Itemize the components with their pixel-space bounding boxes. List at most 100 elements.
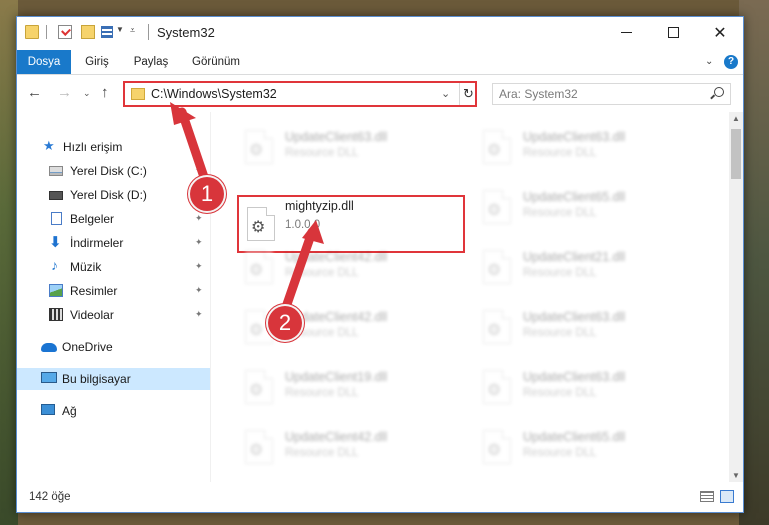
explorer-window: ▼ ⩡ System32 ✕ Dosya Giriş Paylaş Görünü… [16,16,744,513]
tab-home[interactable]: Giriş [79,50,115,74]
file-description: Resource DLL [523,447,597,459]
pin-icon[interactable]: ✦ [195,165,203,176]
tiles-view-icon[interactable] [720,490,734,503]
sidebar-item-downloads[interactable]: ⬇ İndirmeler ✦ [17,232,210,254]
sidebar-item-this-pc[interactable]: Bu bilgisayar [17,368,210,390]
folder-icon[interactable] [25,25,39,39]
dll-file-icon [483,430,511,464]
file-description: Resource DLL [285,147,359,159]
file-item[interactable]: UpdateClient65.dll Resource DLL [449,180,679,230]
file-description: Resource DLL [285,387,359,399]
file-description: Resource DLL [523,327,597,339]
maximize-icon [667,27,679,38]
tab-share[interactable]: Paylaş [129,50,173,74]
sidebar-item-quick-access[interactable]: ★ Hızlı erişim [17,136,210,158]
sidebar-item-local-disk-c[interactable]: Yerel Disk (C:) ✦ [17,160,210,182]
close-button[interactable]: ✕ [697,17,743,48]
search-input[interactable]: Ara: System32 [492,83,731,105]
dll-file-icon [483,370,511,404]
sidebar-item-onedrive[interactable]: OneDrive [17,336,210,358]
search-icon[interactable] [714,87,724,97]
properties-icon[interactable] [58,25,72,39]
pictures-icon [49,284,63,297]
help-icon[interactable]: ? [724,55,738,69]
sidebar-item-label: Ağ [62,404,77,418]
sidebar-item-label: Hızlı erişim [63,140,123,154]
toolbar-separator [46,25,47,39]
forward-button[interactable]: → [57,84,72,101]
address-bar[interactable]: C:\Windows\System32 ⌄ ↻ [123,81,477,107]
minimize-icon [620,32,632,33]
drive-icon [49,166,63,176]
sidebar-item-local-disk-d[interactable]: Yerel Disk (D:) ✦ [17,184,210,206]
pin-icon[interactable]: ✦ [195,213,203,224]
scrollbar-thumb[interactable] [731,129,741,179]
dll-file-icon [483,310,511,344]
chevron-down-icon[interactable]: ▼ [116,25,124,34]
scroll-up-icon[interactable]: ▲ [732,114,740,123]
sidebar-item-label: Yerel Disk (D:) [70,188,147,202]
file-name: UpdateClient42.dll [285,430,388,444]
vertical-scrollbar[interactable]: ▲ ▼ [729,112,743,482]
file-item[interactable]: UpdateClient63.dll Resource DLL [449,360,679,410]
minimize-button[interactable] [603,17,649,48]
file-name: UpdateClient63.dll [285,130,388,144]
refresh-button[interactable]: ↻ [459,83,477,105]
sidebar-item-label: Belgeler [70,212,115,226]
sidebar-item-videos[interactable]: Videolar ✦ [17,304,210,326]
dll-file-icon [245,250,273,284]
title-bar: ▼ ⩡ System32 ✕ [17,17,743,48]
tab-file[interactable]: Dosya [17,50,71,74]
file-item[interactable]: UpdateClient19.dll Resource DLL [211,360,441,410]
file-name: UpdateClient42.dll [285,250,388,264]
drive-icon [49,191,63,200]
recent-locations-icon[interactable]: ⌄ [83,88,91,99]
sidebar-item-network[interactable]: Ağ [17,400,210,422]
search-placeholder: Ara: System32 [499,87,578,101]
file-description: Resource DLL [285,447,359,459]
file-item[interactable]: UpdateClient21.dll Resource DLL [449,240,679,290]
details-view-icon[interactable] [700,491,714,502]
file-item[interactable]: UpdateClient42.dll Resource DLL [211,300,441,350]
dll-file-icon [483,190,511,224]
cloud-icon [41,343,57,352]
back-button[interactable]: ← [27,84,42,101]
music-icon: ♪ [51,257,58,273]
file-item[interactable]: UpdateClient63.dll Resource DLL [449,120,679,170]
pin-icon[interactable]: ✦ [195,261,203,272]
file-list: UpdateClient63.dll Resource DLL UpdateCl… [211,112,729,482]
window-title: System32 [157,25,215,40]
dll-file-icon [245,370,273,404]
file-item[interactable]: UpdateClient42.dll Resource DLL [211,420,441,470]
customize-toolbar-icon[interactable]: ⩡ [130,25,135,36]
sidebar-item-music[interactable]: ♪ Müzik ✦ [17,256,210,278]
navigation-bar: ← → ⌄ ↑ C:\Windows\System32 ⌄ ↻ Ara: Sys… [17,76,743,112]
file-item[interactable]: UpdateClient42.dll Resource DLL [211,240,441,290]
tab-view[interactable]: Görünüm [187,50,245,74]
view-icon[interactable] [101,26,113,38]
pin-icon[interactable]: ✦ [195,309,203,320]
maximize-button[interactable] [650,17,696,48]
address-path[interactable]: C:\Windows\System32 [151,87,277,101]
file-description: Resource DLL [285,267,359,279]
scroll-down-icon[interactable]: ▼ [732,471,740,480]
title-separator [148,24,149,40]
step-marker-2: 2 [268,306,302,340]
file-name: UpdateClient21.dll [523,250,626,264]
file-item[interactable]: UpdateClient63.dll Resource DLL [449,300,679,350]
file-item[interactable]: UpdateClient65.dll Resource DLL [449,420,679,470]
sidebar-item-documents[interactable]: Belgeler ✦ [17,208,210,230]
pin-icon[interactable]: ✦ [195,285,203,296]
up-button[interactable]: ↑ [101,84,109,101]
expand-ribbon-icon[interactable]: ⌄ [705,56,713,67]
file-item[interactable]: UpdateClient63.dll Resource DLL [211,120,441,170]
chevron-down-icon[interactable]: ⌄ [441,87,450,100]
sidebar-item-pictures[interactable]: Resimler ✦ [17,280,210,302]
dll-file-icon [245,130,273,164]
pin-icon[interactable]: ✦ [195,237,203,248]
status-bar: 142 öğe [17,482,743,512]
video-icon [49,308,63,321]
file-description: Resource DLL [523,207,597,219]
new-folder-icon[interactable] [81,25,95,39]
star-icon: ★ [43,138,55,153]
